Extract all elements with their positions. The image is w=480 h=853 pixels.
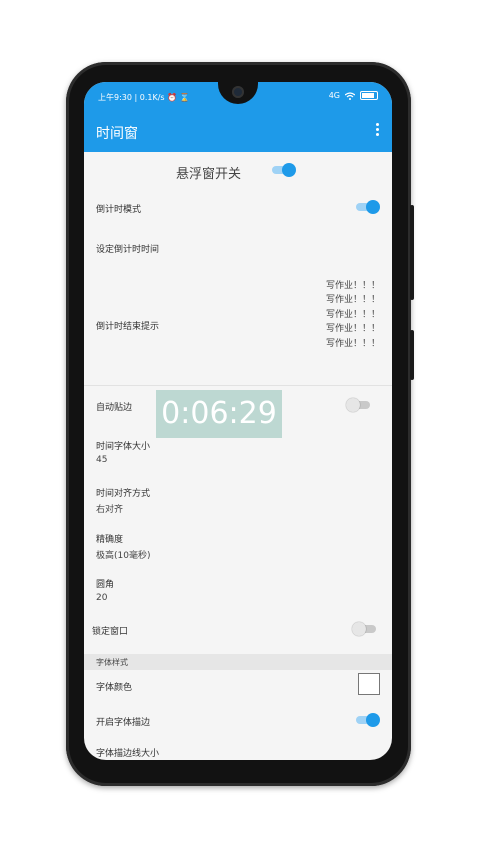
font-color-label: 字体颜色 [96,683,133,693]
countdown-mode-toggle[interactable] [354,200,380,214]
font-size-value: 45 [96,455,108,465]
volume-button [410,330,414,380]
corner-value: 20 [96,593,108,603]
auto-snap-label: 自动贴边 [96,403,133,413]
font-style-section-header: 字体样式 [84,654,392,670]
stroke-size-label[interactable]: 字体描边线大小 [96,746,159,759]
floating-timer[interactable]: 0:06:29 [156,390,282,438]
phone-screen: 上午9:30 | 0.1K/s ⏰ ⌛ 4G 时间窗 悬浮窗开关 倒计时模式 设 [84,82,392,760]
wifi-icon [345,91,355,100]
lock-window-toggle[interactable] [352,622,378,636]
countdown-mode-label: 倒计时模式 [96,205,142,215]
auto-snap-toggle[interactable] [346,398,372,412]
signal-icon: 4G [328,91,340,100]
end-prompt-message: 写作业！！！ [325,295,380,306]
end-prompt-message: 写作业！！！ [325,281,380,291]
font-stroke-toggle[interactable] [354,713,380,727]
font-color-swatch[interactable] [358,673,380,695]
app-bar: 时间窗 [84,112,392,152]
end-prompt-message: 写作业！！！ [325,338,380,349]
alignment-label[interactable]: 时间对齐方式 [96,486,150,499]
divider [84,385,392,386]
status-time: 上午9:30 | 0.1K/s ⏰ ⌛ [98,93,190,102]
float-switch-toggle[interactable] [270,163,296,177]
corner-label[interactable]: 圆角 [96,577,114,590]
set-countdown-item[interactable]: 设定倒计时时间 [96,242,159,255]
lock-window-label: 锁定窗口 [92,627,129,637]
precision-label[interactable]: 精确度 [96,532,123,545]
front-camera [232,86,244,98]
font-stroke-label: 开启字体描边 [96,718,151,728]
alignment-value: 右对齐 [96,505,124,515]
end-prompt-message: 写作业！！！ [325,324,380,335]
end-prompt-label[interactable]: 倒计时结束提示 [96,319,159,332]
more-vert-icon[interactable] [376,123,380,139]
settings-list: 悬浮窗开关 倒计时模式 设定倒计时时间 倒计时结束提示 写作业！！！ 写作业！！… [84,152,392,760]
power-button [410,205,414,300]
battery-icon [360,91,378,100]
precision-value: 极高(10毫秒) [96,551,151,561]
font-size-label[interactable]: 时间字体大小 [96,439,150,452]
end-prompt-messages: 写作业！！！ 写作业！！！ 写作业！！！ 写作业！！！ 写作业！！！ [326,279,380,351]
float-switch-label: 悬浮窗开关 [176,167,242,182]
status-icons: 4G [329,91,378,100]
app-title: 时间窗 [96,126,138,142]
end-prompt-message: 写作业！！！ [325,309,380,320]
